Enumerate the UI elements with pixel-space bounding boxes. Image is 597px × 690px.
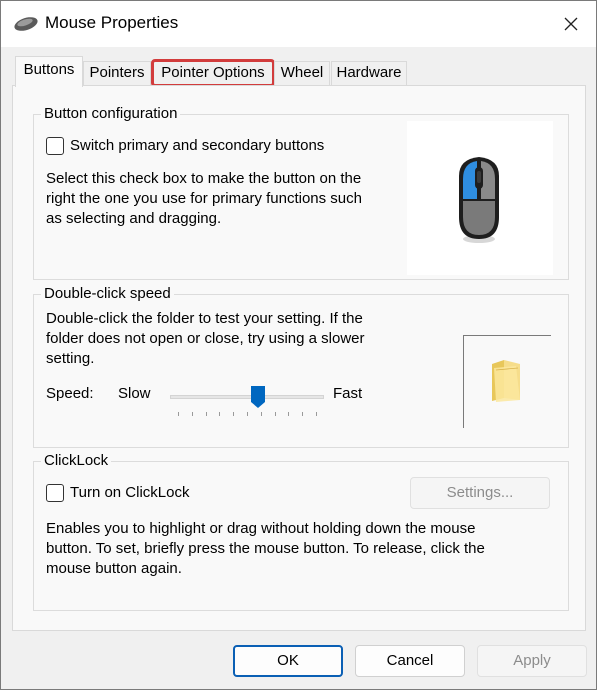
clicklock-settings-button[interactable]: Settings... xyxy=(410,477,550,509)
test-folder-area[interactable] xyxy=(463,335,551,428)
tab-hardware[interactable]: Hardware xyxy=(331,61,407,85)
slider-tick xyxy=(219,412,221,416)
clicklock-label[interactable]: Turn on ClickLock xyxy=(70,483,190,503)
slider-tick xyxy=(260,412,262,416)
slider-tick xyxy=(191,412,193,416)
button-config-description-line: as selecting and dragging. xyxy=(46,210,222,227)
slider-tick xyxy=(205,412,207,416)
tab-label: Pointer Options xyxy=(161,64,265,81)
group-title: Double-click speed xyxy=(41,285,174,303)
tab-label: Pointers xyxy=(89,64,145,81)
tab-label: Wheel xyxy=(280,64,324,81)
slider-tick xyxy=(316,412,317,416)
tab-pointer-options[interactable]: Pointer Options xyxy=(151,59,275,87)
slider-tick xyxy=(247,412,248,416)
apply-button-label: Apply xyxy=(513,652,551,669)
double-click-description-line: folder does not open or close, try using… xyxy=(46,330,365,347)
slider-tick xyxy=(233,412,235,416)
group-title: Button configuration xyxy=(41,105,181,123)
button-config-description-line: Select this check box to make the button… xyxy=(46,170,362,187)
slider-tick xyxy=(288,412,290,416)
clicklock-description-line: mouse button again. xyxy=(46,560,182,577)
cancel-button-label: Cancel xyxy=(386,652,434,669)
ok-button-label: OK xyxy=(277,652,299,669)
slider-tick xyxy=(178,412,179,416)
speed-label: Speed: xyxy=(46,385,94,402)
slider-thumb[interactable] xyxy=(250,385,266,409)
group-title: ClickLock xyxy=(41,452,112,470)
mouse-illustration-box xyxy=(407,121,553,275)
double-click-description-line: Double-click the folder to test your set… xyxy=(46,310,363,327)
clicklock-group: ClickLock Turn on ClickLock Settings... … xyxy=(33,452,569,611)
folder-icon xyxy=(492,360,520,402)
window-title: Mouse Properties xyxy=(45,13,179,32)
clicklock-description-line: button. To set, briefly press the mouse … xyxy=(46,540,485,557)
tab-panel-buttons: Button configuration Switch primary and … xyxy=(12,85,586,631)
button-config-description-line: right the one you use for primary functi… xyxy=(46,190,362,207)
slider-track xyxy=(170,395,324,399)
clicklock-description-line: Enables you to highlight or drag without… xyxy=(46,520,476,537)
switch-buttons-label[interactable]: Switch primary and secondary buttons xyxy=(70,136,324,156)
tab-buttons[interactable]: Buttons xyxy=(15,56,83,87)
mouse-properties-window: Mouse Properties Buttons Pointers Pointe… xyxy=(0,0,597,690)
switch-buttons-checkbox[interactable] xyxy=(46,137,64,155)
apply-button[interactable]: Apply xyxy=(477,645,587,677)
slider-tick xyxy=(274,412,276,416)
double-click-speed-group: Double-click speed Double-click the fold… xyxy=(33,285,569,448)
clicklock-checkbox[interactable] xyxy=(46,484,64,502)
close-button[interactable] xyxy=(546,1,596,47)
double-click-speed-slider[interactable] xyxy=(170,381,324,421)
button-configuration-group: Button configuration Switch primary and … xyxy=(33,105,569,280)
ok-button[interactable]: OK xyxy=(233,645,343,677)
tab-pointers[interactable]: Pointers xyxy=(83,61,151,85)
fast-label: Fast xyxy=(333,385,363,402)
tab-label: Buttons xyxy=(23,61,75,78)
tab-wheel[interactable]: Wheel xyxy=(274,61,330,85)
mouse-icon xyxy=(13,14,39,38)
double-click-description-line: setting. xyxy=(46,350,95,367)
mouse-illustration xyxy=(459,157,499,243)
cancel-button[interactable]: Cancel xyxy=(355,645,465,677)
slow-label: Slow xyxy=(118,385,151,402)
close-icon xyxy=(564,17,578,31)
slider-tick xyxy=(302,412,304,416)
title-bar: Mouse Properties xyxy=(1,1,596,47)
settings-button-label: Settings... xyxy=(446,484,514,501)
tab-label: Hardware xyxy=(336,64,402,81)
